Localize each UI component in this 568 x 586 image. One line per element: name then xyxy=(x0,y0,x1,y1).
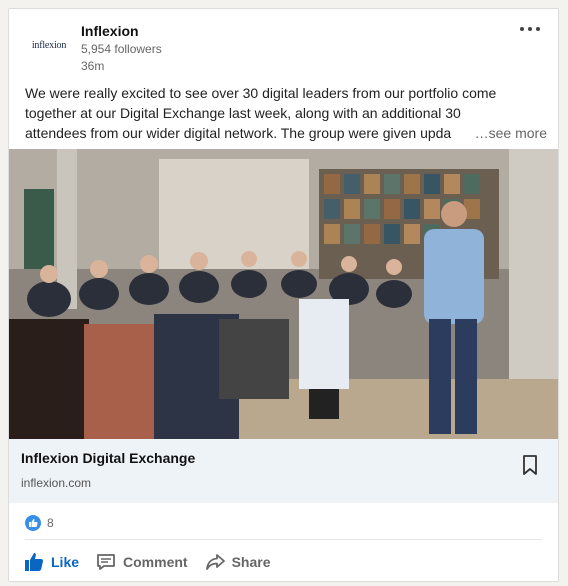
share-icon xyxy=(205,554,225,570)
share-button[interactable]: Share xyxy=(202,547,273,577)
link-title[interactable]: Inflexion Digital Exchange xyxy=(21,450,195,466)
event-photo xyxy=(9,149,558,439)
post-text-line: We were really excited to see over 30 di… xyxy=(25,85,497,101)
see-more-link[interactable]: …see more xyxy=(470,123,547,143)
comment-label: Comment xyxy=(123,554,188,570)
bookmark-icon[interactable] xyxy=(522,455,538,475)
post-text-line: attendees from our wider digital network… xyxy=(25,125,452,141)
post-time: 36m xyxy=(81,59,105,73)
reaction-summary[interactable]: 8 xyxy=(25,513,54,533)
company-logo[interactable]: inflexion xyxy=(25,21,73,69)
more-options-icon[interactable] xyxy=(520,23,544,35)
comment-button[interactable]: Comment xyxy=(93,547,190,577)
divider xyxy=(25,539,542,540)
comment-icon xyxy=(97,554,115,570)
post-text-line: together at our Digital Exchange last we… xyxy=(25,105,461,121)
company-name[interactable]: Inflexion xyxy=(81,23,139,39)
thumbs-up-icon xyxy=(25,515,41,531)
feed-post-card: inflexion Inflexion 5,954 followers 36m … xyxy=(8,8,559,582)
like-label: Like xyxy=(51,554,80,570)
thumbs-up-icon xyxy=(25,553,44,571)
post-text: We were really excited to see over 30 di… xyxy=(25,83,547,143)
action-bar: Like Comment Share xyxy=(21,545,273,579)
follower-count: 5,954 followers xyxy=(81,42,162,56)
post-header: inflexion Inflexion 5,954 followers 36m xyxy=(9,9,558,79)
logo-wordmark: inflexion xyxy=(31,39,67,51)
share-label: Share xyxy=(231,554,271,570)
reaction-count: 8 xyxy=(47,516,54,530)
like-button[interactable]: Like xyxy=(21,547,81,577)
link-preview[interactable]: Inflexion Digital Exchange inflexion.com xyxy=(9,439,558,503)
link-domain: inflexion.com xyxy=(21,476,92,490)
post-image[interactable] xyxy=(9,149,558,439)
